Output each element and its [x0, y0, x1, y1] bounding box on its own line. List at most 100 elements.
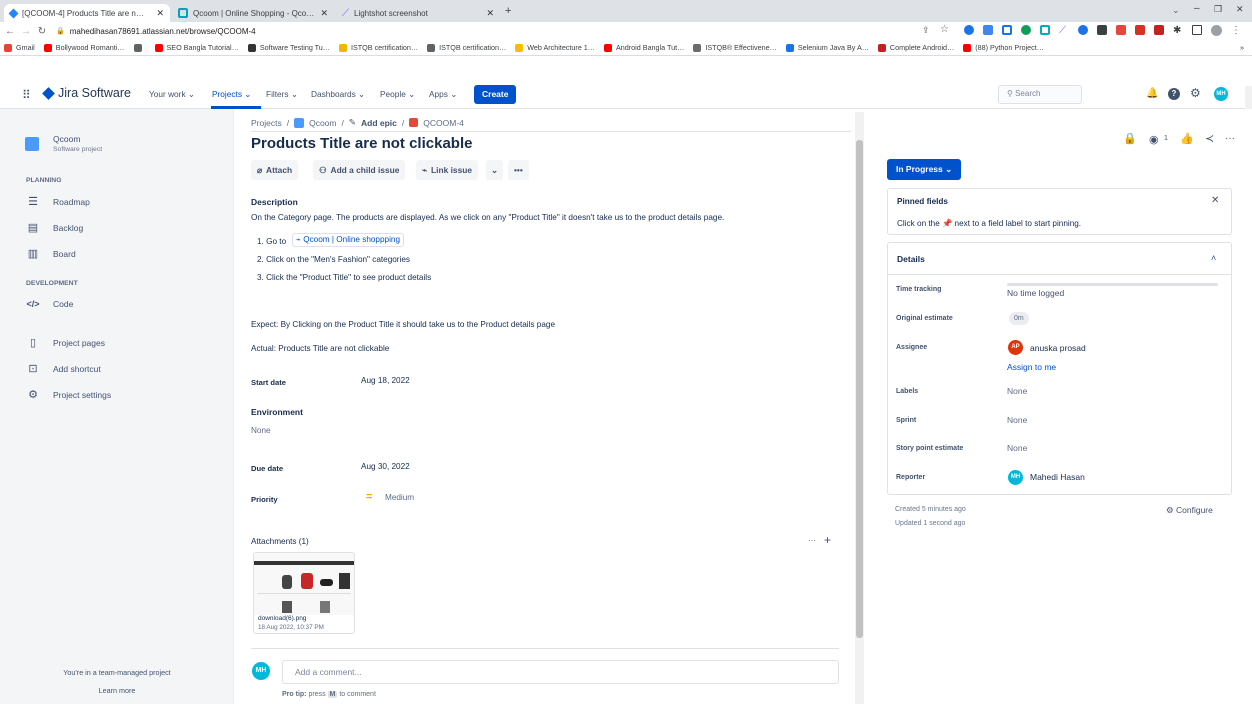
labels-value[interactable]: None	[1007, 386, 1027, 396]
profile-icon[interactable]	[1211, 25, 1222, 36]
extension-icon[interactable]	[964, 25, 974, 35]
extension-icon[interactable]	[1078, 25, 1088, 35]
bookmarks-overflow-button[interactable]: »	[1240, 43, 1244, 52]
bookmark-item[interactable]: Gmail	[4, 43, 35, 52]
bookmark-item[interactable]: Bollywood Romanti…	[43, 43, 125, 52]
priority-value[interactable]: Medium	[385, 493, 414, 502]
configure-button[interactable]: ⚙ Configure	[1166, 505, 1213, 516]
chevron-down-icon[interactable]: ⌄	[1172, 5, 1180, 16]
attachment-card[interactable]: download(6).png 18 Aug 2022, 10:37 PM	[253, 552, 355, 634]
lock-icon[interactable]: 🔒	[1123, 132, 1137, 145]
bookmark-item[interactable]: ISTQB certification…	[339, 43, 418, 52]
nav-projects[interactable]: Projects ⌄	[212, 89, 251, 99]
close-icon[interactable]: ✕	[1211, 195, 1219, 206]
star-icon[interactable]: ☆	[940, 24, 949, 35]
sidebar-item-project-settings[interactable]: ⚙ Project settings	[26, 388, 111, 401]
status-dropdown[interactable]: In Progress ⌄	[887, 159, 962, 180]
restore-icon[interactable]: ❐	[1214, 4, 1222, 15]
comment-input[interactable]: Add a comment...	[282, 660, 839, 684]
extension-icon[interactable]	[983, 25, 993, 35]
extension-icon[interactable]	[1002, 25, 1012, 35]
thumbs-up-icon[interactable]: 👍	[1180, 132, 1194, 145]
back-icon[interactable]: ←	[2, 26, 18, 37]
browser-tab[interactable]: ⟋ Lightshot screenshot ✕	[336, 4, 500, 22]
reporter-value[interactable]: Mahedi Hasan	[1030, 472, 1085, 482]
extension-icon[interactable]	[1097, 25, 1107, 35]
nav-people[interactable]: People ⌄	[380, 89, 415, 99]
browser-tab[interactable]: [QCOOM-4] Products Title are n… ✕	[4, 4, 170, 22]
learn-more-link[interactable]: Learn more	[0, 686, 234, 695]
bookmark-item[interactable]: Software Testing Tu…	[247, 43, 330, 52]
issue-title[interactable]: Products Title are not clickable	[251, 135, 472, 152]
nav-filters[interactable]: Filters ⌄	[266, 89, 298, 99]
extension-icon[interactable]	[1040, 25, 1050, 35]
sidebar-item-board[interactable]: ▥ Board	[26, 247, 76, 260]
environment-value[interactable]: None	[251, 426, 271, 435]
extension-icon[interactable]	[1116, 25, 1126, 35]
sidepanel-icon[interactable]	[1192, 25, 1202, 35]
extension-icon[interactable]	[1135, 25, 1145, 35]
notification-icon[interactable]: 🔔	[1146, 88, 1158, 99]
more-actions-button[interactable]: •••	[508, 160, 529, 180]
nav-dashboards[interactable]: Dashboards ⌄	[311, 89, 365, 99]
search-input[interactable]: ⚲ Search	[998, 85, 1082, 104]
main-scrollbar-thumb[interactable]	[856, 140, 863, 638]
chevron-up-icon[interactable]: ˄	[1211, 253, 1216, 263]
close-icon[interactable]: ✕	[150, 8, 164, 19]
description-text[interactable]: On the Category page. The products are d…	[251, 213, 724, 222]
more-icon[interactable]: ···	[1225, 133, 1235, 144]
nav-your-work[interactable]: Your work ⌄	[149, 89, 195, 99]
link-issue-button[interactable]: ⌁ Link issue	[416, 160, 479, 180]
original-estimate-value[interactable]: 0m	[1009, 312, 1029, 325]
new-tab-button[interactable]: +	[505, 5, 511, 17]
help-icon[interactable]: ?	[1168, 88, 1180, 100]
sprint-value[interactable]: None	[1007, 415, 1027, 425]
app-switcher-icon[interactable]: ⠿	[22, 88, 31, 102]
extension-icon[interactable]	[1021, 25, 1031, 35]
close-icon[interactable]: ✕	[480, 8, 494, 19]
nav-apps[interactable]: Apps ⌄	[429, 89, 457, 99]
attachments-more-icon[interactable]: ···	[808, 536, 816, 545]
bookmark-item[interactable]: ISTQB certification…	[427, 43, 506, 52]
time-tracking-value[interactable]: No time logged	[1007, 288, 1064, 298]
sidebar-item-roadmap[interactable]: ☰ Roadmap	[26, 195, 90, 208]
settings-icon[interactable]: ⚙	[1190, 86, 1201, 100]
due-date-value[interactable]: Aug 30, 2022	[361, 462, 410, 471]
breadcrumb-project[interactable]: Qcoom	[309, 118, 336, 128]
puzzle-icon[interactable]: ✱	[1173, 25, 1183, 36]
sidebar-item-code[interactable]: </> Code	[26, 299, 73, 309]
project-name[interactable]: Qcoom	[53, 134, 80, 144]
share-icon[interactable]: ⇪	[922, 25, 930, 36]
share-icon[interactable]: ≺	[1205, 132, 1214, 145]
bookmark-item[interactable]: Android Bangla Tut…	[604, 43, 684, 52]
bookmark-item[interactable]: Complete Android…	[877, 43, 954, 52]
start-date-value[interactable]: Aug 18, 2022	[361, 376, 410, 385]
attach-button[interactable]: ⌀ Attach	[251, 160, 299, 180]
sidebar-item-add-shortcut[interactable]: ⊡ Add shortcut	[26, 362, 100, 375]
forward-icon[interactable]: →	[18, 26, 34, 37]
assign-to-me-link[interactable]: Assign to me	[1007, 362, 1056, 372]
qcoom-smart-link[interactable]: ⌁ Qcoom | Online shoppping	[292, 233, 405, 247]
sidebar-item-project-pages[interactable]: ▯ Project pages	[26, 336, 105, 349]
reload-icon[interactable]: ↻	[34, 26, 50, 37]
add-attachment-icon[interactable]: +	[824, 533, 831, 547]
add-epic-link[interactable]: Add epic	[361, 118, 397, 128]
menu-dots-icon[interactable]: ⋮	[1231, 25, 1241, 36]
bookmark-item[interactable]: ISTQB® Effectivene…	[693, 43, 777, 52]
minimize-icon[interactable]: –	[1194, 3, 1200, 14]
bookmark-item[interactable]: Selenium Java By A…	[785, 43, 869, 52]
breadcrumb-projects[interactable]: Projects	[251, 118, 282, 128]
pen-extension-icon[interactable]: ⟋	[1059, 25, 1069, 36]
window-close-icon[interactable]: ✕	[1236, 4, 1244, 15]
url-field[interactable]: 🔒 mahedihasan78691.atlassian.net/browse/…	[56, 24, 916, 38]
user-avatar[interactable]: MH	[1214, 87, 1228, 101]
bookmark-item[interactable]	[133, 43, 146, 52]
create-button[interactable]: Create	[474, 85, 517, 104]
breadcrumb-issue[interactable]: QCOOM-4	[423, 118, 464, 128]
bookmark-item[interactable]: Web Architecture 1…	[515, 43, 595, 52]
bookmark-item[interactable]: SEO Bangla Tutorial…	[154, 43, 239, 52]
close-icon[interactable]: ✕	[314, 8, 328, 19]
story-point-value[interactable]: None	[1007, 443, 1027, 453]
browser-tab[interactable]: Qcoom | Online Shopping - Qco… ✕	[172, 4, 334, 22]
link-issue-dropdown[interactable]: ⌄	[486, 160, 504, 180]
